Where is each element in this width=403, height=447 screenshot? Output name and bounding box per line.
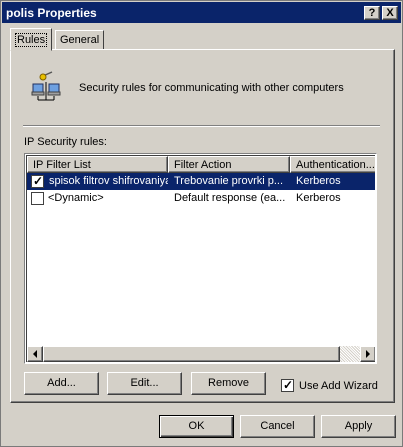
row-filter-list-cell: <Dynamic> [27, 190, 168, 207]
row-checkbox[interactable] [31, 192, 44, 205]
column-header-filter-action[interactable]: Filter Action [168, 156, 290, 173]
ip-security-rules-list[interactable]: IP Filter List Filter Action Authenticat… [24, 153, 377, 364]
network-rules-icon [31, 71, 61, 101]
row-filter-list: <Dynamic> [48, 192, 104, 204]
title-bar[interactable]: polis Properties ? X [2, 2, 401, 23]
table-row[interactable]: <Dynamic> Default response (ea... Kerber… [27, 190, 375, 207]
wizard-checkbox[interactable]: ✓ [281, 378, 294, 392]
tab-general-label: General [60, 34, 100, 46]
help-icon: ? [368, 6, 376, 19]
column-header-authentication[interactable]: Authentication... [290, 156, 375, 173]
scroll-thumb[interactable] [43, 346, 340, 362]
checkmark-icon: ✓ [283, 378, 294, 392]
ip-security-rules-label: IP Security rules: [24, 136, 107, 148]
row-authentication: Kerberos [296, 175, 341, 187]
row-authentication: Kerberos [296, 192, 341, 204]
tab-rules-label: Rules [15, 33, 48, 47]
scroll-right-button[interactable] [360, 346, 375, 362]
arrow-left-icon [33, 350, 37, 358]
arrow-right-icon [366, 350, 370, 358]
window-title: polis Properties [6, 5, 97, 20]
close-button[interactable]: X [382, 5, 398, 20]
row-filter-list: spisok filtrov shifrovaniya [48, 173, 168, 190]
rules-description: Security rules for communicating with ot… [79, 82, 344, 94]
tab-rules[interactable]: Rules [10, 28, 52, 51]
remove-button[interactable]: Remove [191, 372, 266, 395]
tab-general[interactable]: General [55, 30, 104, 50]
table-row[interactable]: ✓ spisok filtrov shifrovaniya Trebovanie… [27, 173, 375, 190]
row-filter-list-cell: ✓ spisok filtrov shifrovaniya [27, 173, 168, 190]
checkmark-icon: ✓ [33, 174, 44, 188]
cancel-button[interactable]: Cancel [240, 415, 315, 438]
add-button[interactable]: Add... [24, 372, 99, 395]
row-filter-action: Trebovanie provrki p... [174, 175, 284, 187]
help-button[interactable]: ? [364, 5, 380, 20]
scroll-left-button[interactable] [27, 346, 43, 362]
scroll-track[interactable] [43, 346, 360, 362]
use-add-wizard-label: Use Add Wizard [299, 379, 378, 392]
ok-button[interactable]: OK [159, 415, 234, 438]
use-add-wizard-checkbox[interactable]: ✓ Use Add Wizard [281, 378, 378, 392]
row-filter-action: Default response (ea... [174, 192, 286, 204]
separator [23, 125, 380, 127]
list-header: IP Filter List Filter Action Authenticat… [27, 156, 375, 173]
close-icon: X [386, 6, 394, 19]
properties-window: polis Properties ? X Rules General Secur… [0, 0, 403, 447]
edit-button[interactable]: Edit... [107, 372, 182, 395]
row-checkbox[interactable]: ✓ [31, 174, 44, 188]
column-header-ip-filter-list[interactable]: IP Filter List [27, 156, 168, 173]
horizontal-scrollbar[interactable] [27, 346, 375, 362]
apply-button[interactable]: Apply [321, 415, 396, 438]
